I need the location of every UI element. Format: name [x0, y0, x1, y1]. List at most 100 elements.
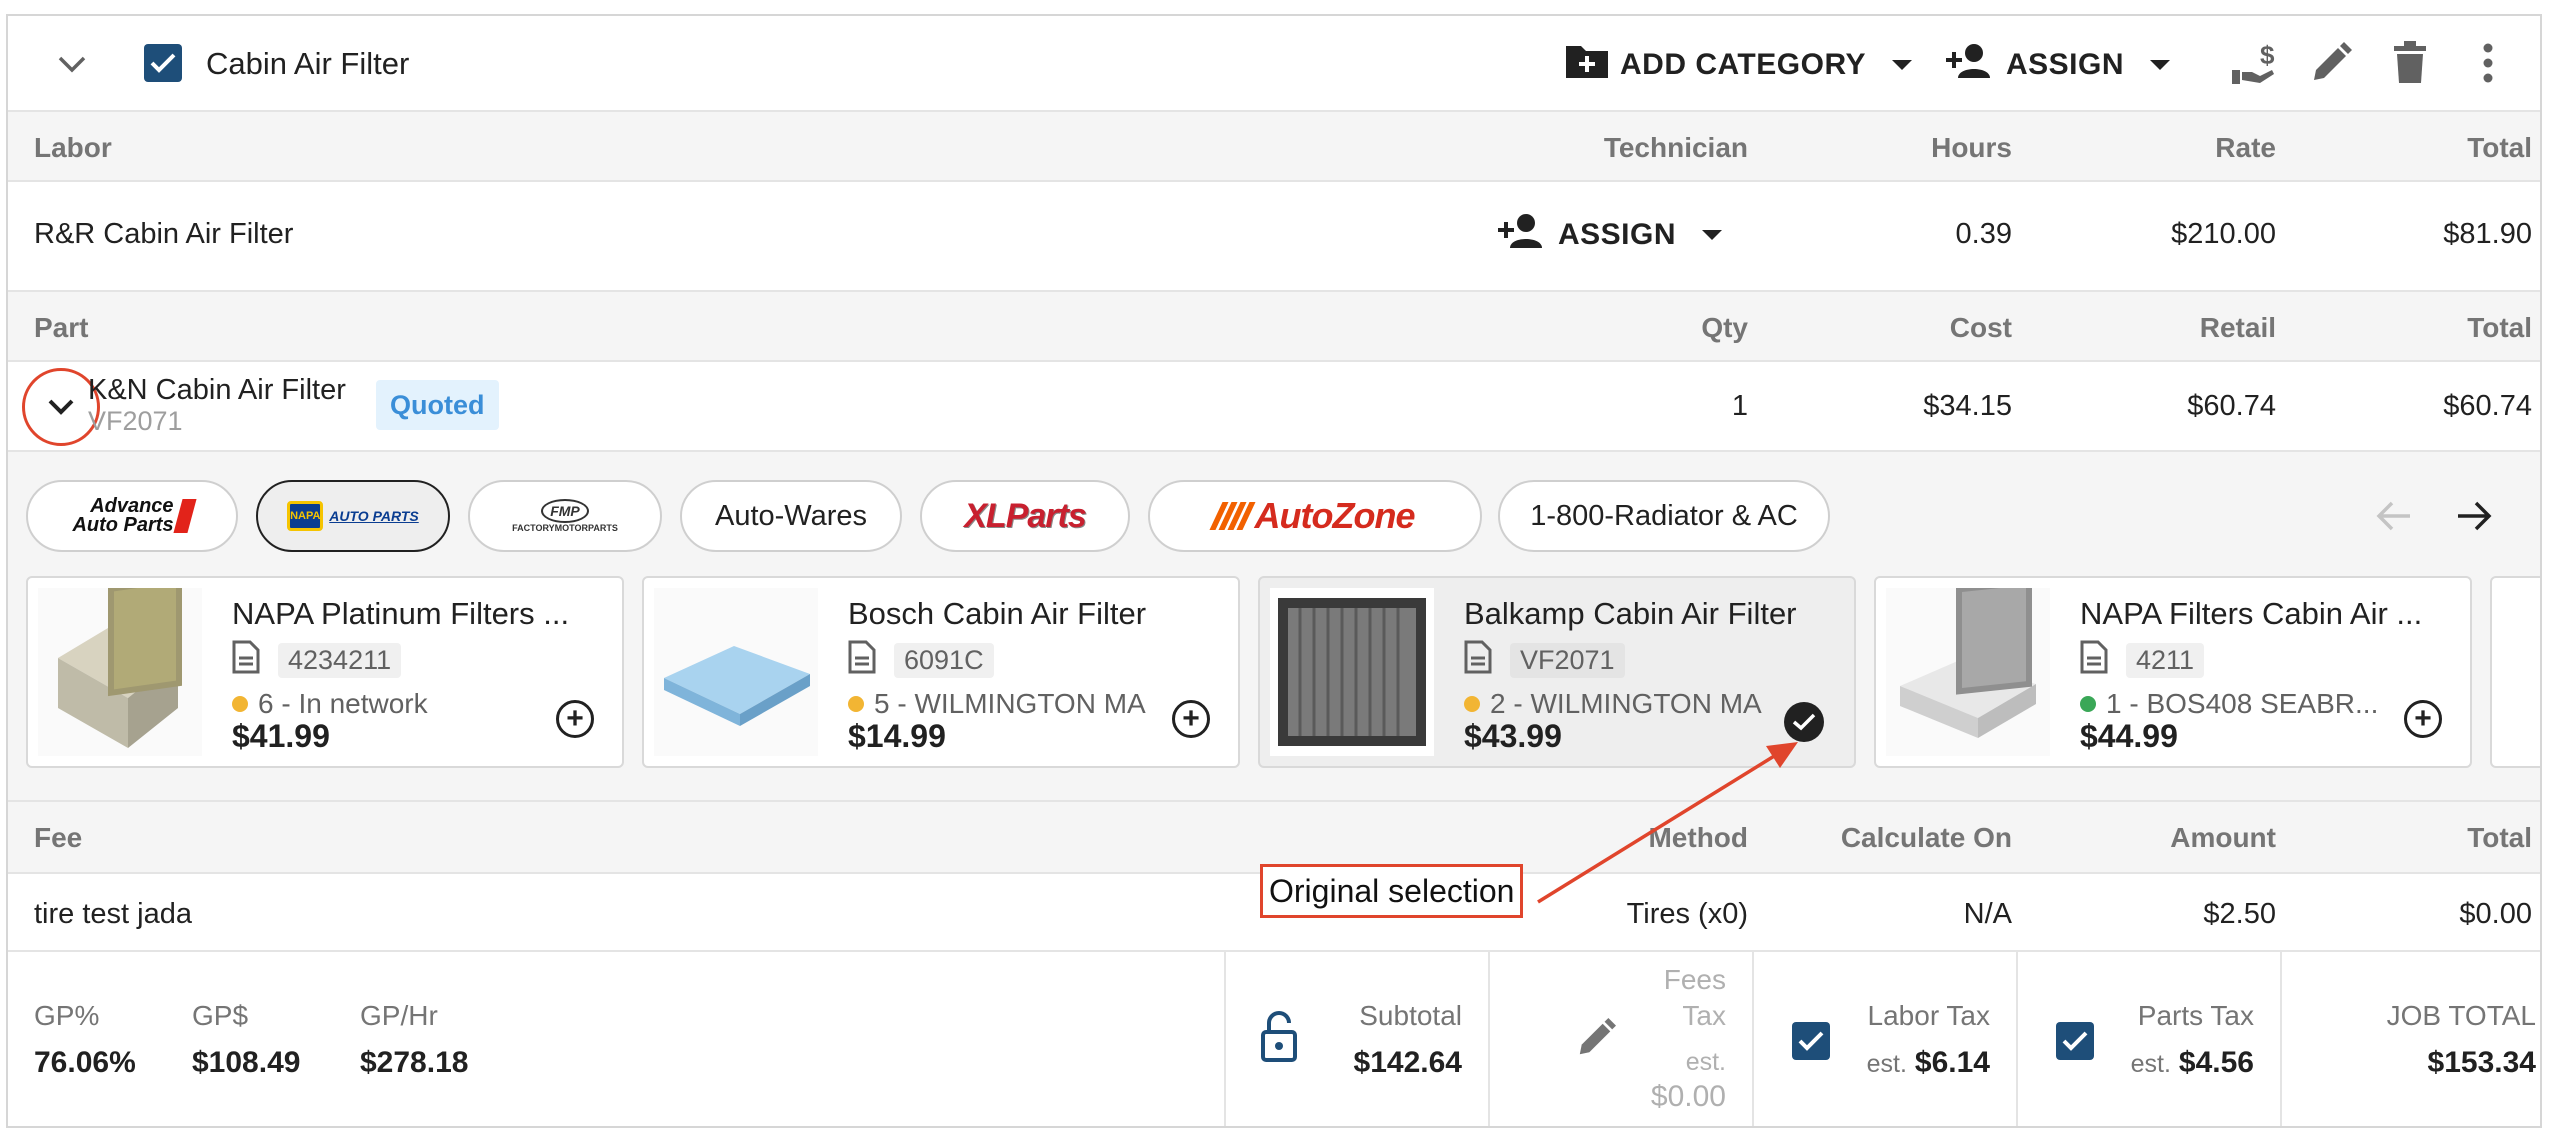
- vendor-auto-wares[interactable]: Auto-Wares: [680, 480, 902, 552]
- product-stock: 6 - In network: [258, 688, 428, 719]
- stock-status-dot: [232, 696, 248, 712]
- product-part-number: 6091C: [894, 643, 994, 678]
- assign-header-button[interactable]: ASSIGN: [1944, 42, 2172, 88]
- part-retail: $60.74: [2187, 390, 2276, 422]
- product-card-partial[interactable]: [2490, 576, 2540, 768]
- vendor-1800-radiator[interactable]: 1-800-Radiator & AC: [1498, 480, 1830, 552]
- product-card[interactable]: NAPA Platinum Filters ... 4234211 6 - In…: [26, 575, 624, 768]
- product-part-number: 4211: [2126, 643, 2205, 678]
- job-card: Cabin Air Filter ADD CATEGORY ASSIGN $ L…: [6, 14, 2542, 1128]
- trash-icon[interactable]: [2392, 40, 2428, 89]
- select-job-checkbox[interactable]: [144, 44, 182, 82]
- job-header: Cabin Air Filter ADD CATEGORY ASSIGN $: [8, 16, 2540, 112]
- job-title: Cabin Air Filter: [206, 46, 410, 81]
- part-row[interactable]: K&N Cabin Air Filter VF2071 Quoted 1 $34…: [8, 362, 2540, 452]
- labor-hours: 0.39: [1955, 218, 2012, 250]
- labor-row[interactable]: R&R Cabin Air Filter ASSIGN 0.39 $210.00…: [8, 182, 2540, 292]
- product-name: NAPA Filters Cabin Air ...: [2080, 596, 2423, 631]
- labor-tax-label: Labor Tax: [1867, 1000, 1990, 1031]
- gp-percent-label: GP%: [34, 1000, 100, 1031]
- parts-tax-checkbox[interactable]: [2056, 1022, 2094, 1060]
- folder-plus-icon: [1564, 42, 1610, 88]
- labor-total-header: Total: [2467, 132, 2532, 163]
- fee-amount: $2.50: [2203, 898, 2276, 930]
- annotation-label: Original selection: [1260, 864, 1524, 918]
- subtotal-block: Subtotal $142.64: [1226, 952, 1490, 1126]
- arrow-right-icon[interactable]: [2456, 500, 2492, 537]
- fees-tax-label-line2: Tax: [1682, 1000, 1726, 1031]
- quoted-status-badge: Quoted: [376, 380, 499, 430]
- fees-tax-label-line1: Fees: [1663, 964, 1726, 995]
- rate-header: Rate: [2215, 132, 2276, 163]
- assign-technician-button[interactable]: ASSIGN: [1496, 212, 1724, 258]
- product-stock: 5 - WILMINGTON MA: [874, 688, 1146, 719]
- autozone-logo: AutoZone: [1208, 495, 1415, 537]
- add-circle-icon[interactable]: +: [2404, 700, 2442, 738]
- labor-tax-value: $6.14: [1914, 1046, 1990, 1079]
- labor-tax-checkbox[interactable]: [1792, 1022, 1830, 1060]
- product-price: $44.99: [2080, 718, 2178, 754]
- svg-text:$: $: [2260, 40, 2275, 70]
- part-qty: 1: [1731, 390, 1748, 422]
- product-stock: 2 - WILMINGTON MA: [1490, 688, 1762, 719]
- caret-down-icon: [1892, 60, 1912, 70]
- part-number: VF2071: [88, 406, 183, 436]
- parts-tax-label: Parts Tax: [2137, 1000, 2254, 1031]
- pencil-icon[interactable]: [2310, 42, 2352, 89]
- person-add-icon: [1496, 212, 1548, 258]
- vendor-autozone[interactable]: AutoZone: [1148, 480, 1482, 552]
- hand-dollar-icon[interactable]: $: [2230, 40, 2276, 91]
- collapse-chevron-icon[interactable]: [54, 46, 90, 82]
- parts-tax-block: Parts Tax est. $4.56: [2018, 952, 2282, 1126]
- amount-header: Amount: [2170, 822, 2276, 853]
- gp-dollar-label: GP$: [192, 1000, 249, 1031]
- stock-status-dot: [848, 696, 864, 712]
- retail-header: Retail: [2199, 312, 2276, 343]
- product-card[interactable]: NAPA Filters Cabin Air ... 4211 1 - BOS4…: [1874, 576, 2472, 768]
- product-card[interactable]: Bosch Cabin Air Filter 6091C 5 - WILMING…: [642, 576, 1240, 768]
- technician-header: Technician: [1603, 132, 1748, 163]
- document-icon: [848, 640, 876, 681]
- labor-section-header: Labor Technician Hours Rate Total: [8, 112, 2540, 182]
- part-header-label: Part: [34, 312, 89, 343]
- vendor-advance-auto-parts[interactable]: Advance Auto Parts: [26, 480, 238, 552]
- fee-calculate-on: N/A: [1963, 898, 2012, 930]
- gp-hour-value: $278.18: [360, 1046, 469, 1079]
- product-price: $41.99: [232, 718, 330, 754]
- arrow-left-icon[interactable]: [2376, 500, 2412, 537]
- napa-logo: NAPA AUTO PARTS: [287, 501, 419, 531]
- product-name: Balkamp Cabin Air Filter: [1464, 596, 1797, 631]
- vendor-factory-motor-parts[interactable]: FMP FACTORYMOTORPARTS: [468, 480, 662, 552]
- stock-status-dot: [1464, 696, 1480, 712]
- labor-tax-est: est.: [1866, 1050, 1907, 1078]
- edit-pencil-icon[interactable]: [1576, 1018, 1616, 1063]
- fee-name: tire test jada: [34, 898, 192, 930]
- part-section-header: Part Qty Cost Retail Total: [8, 292, 2540, 362]
- stock-status-dot: [2080, 696, 2096, 712]
- caret-down-icon: [2150, 60, 2171, 70]
- labor-tax-block: Labor Tax est. $6.14: [1754, 952, 2018, 1126]
- vendor-napa[interactable]: NAPA AUTO PARTS: [256, 480, 450, 552]
- job-total-block: JOB TOTAL $153.34: [2282, 952, 2540, 1126]
- fee-header-label: Fee: [34, 822, 83, 853]
- fee-total-header: Total: [2467, 822, 2532, 853]
- fmp-logo: FMP FACTORYMOTORPARTS: [512, 499, 618, 533]
- product-price: $14.99: [848, 718, 946, 754]
- add-category-button[interactable]: ADD CATEGORY: [1564, 42, 1914, 88]
- product-image: [1886, 578, 2050, 756]
- document-icon: [1464, 640, 1492, 681]
- add-circle-icon[interactable]: +: [556, 700, 594, 738]
- parts-tax-value: $4.56: [2178, 1046, 2254, 1079]
- part-name: K&N Cabin Air Filter: [88, 374, 346, 406]
- fees-tax-block: Fees Tax est. $0.00: [1490, 952, 1754, 1126]
- subtotal-value: $142.64: [1353, 1046, 1462, 1079]
- qty-header: Qty: [1701, 312, 1748, 343]
- lock-open-icon[interactable]: [1260, 1010, 1298, 1067]
- labor-name: R&R Cabin Air Filter: [34, 218, 294, 250]
- vendor-xl-parts[interactable]: XLParts: [920, 480, 1130, 552]
- parts-tax-est: est.: [2130, 1050, 2171, 1078]
- more-vert-icon[interactable]: [2482, 42, 2494, 89]
- add-circle-icon[interactable]: +: [1172, 700, 1210, 738]
- part-total: $60.74: [2443, 390, 2532, 422]
- fees-tax-value: $0.00: [1650, 1080, 1726, 1113]
